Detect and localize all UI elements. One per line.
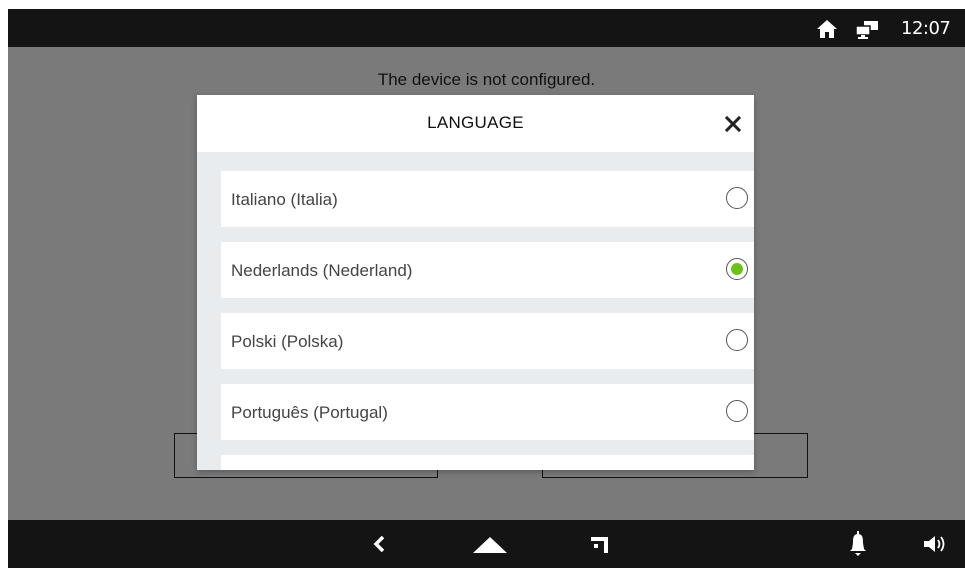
language-label: Italiano (Italia) <box>231 190 338 209</box>
dialog-title: LANGUAGE <box>427 113 524 132</box>
bell-icon <box>850 531 866 556</box>
nav-bell-button[interactable] <box>840 520 876 568</box>
radio-button[interactable] <box>726 400 748 422</box>
language-option-italiano[interactable]: Italiano (Italia) <box>221 171 754 227</box>
nav-volume-button[interactable] <box>916 520 958 568</box>
not-configured-message: The device is not configured. <box>377 70 596 89</box>
language-label: Nederlands (Nederland) <box>231 261 413 280</box>
nav-recents-button[interactable] <box>580 520 620 568</box>
navigation-bar <box>8 520 965 568</box>
home-icon <box>473 537 507 553</box>
radio-button[interactable] <box>726 187 748 209</box>
language-option-nederlands[interactable]: Nederlands (Nederland) <box>221 242 754 298</box>
language-label: Português (Portugal) <box>231 403 388 422</box>
back-icon <box>373 535 385 553</box>
close-icon[interactable] <box>723 114 743 134</box>
status-clock: 12:07 <box>901 18 951 39</box>
language-option-polski[interactable]: Polski (Polska) <box>221 313 754 369</box>
volume-icon <box>924 536 945 552</box>
device-screen: 12:07 The device is not configured. LANG… <box>8 9 965 568</box>
language-dialog: LANGUAGE Italiano (Italia) Nederlands (N… <box>197 95 754 470</box>
recents-icon <box>591 537 608 553</box>
language-option-portugues[interactable]: Português (Portugal) <box>221 384 754 440</box>
radio-button-selected[interactable] <box>726 258 748 280</box>
language-label: Polski (Polska) <box>231 332 344 351</box>
network-icon <box>855 21 878 39</box>
radio-button[interactable] <box>726 329 748 351</box>
nav-back-button[interactable] <box>360 520 400 568</box>
nav-home-button[interactable] <box>466 520 514 568</box>
language-option-partial[interactable] <box>221 455 754 470</box>
home-icon <box>817 20 837 38</box>
status-bar: 12:07 <box>8 9 965 47</box>
dialog-header: LANGUAGE <box>197 95 754 152</box>
